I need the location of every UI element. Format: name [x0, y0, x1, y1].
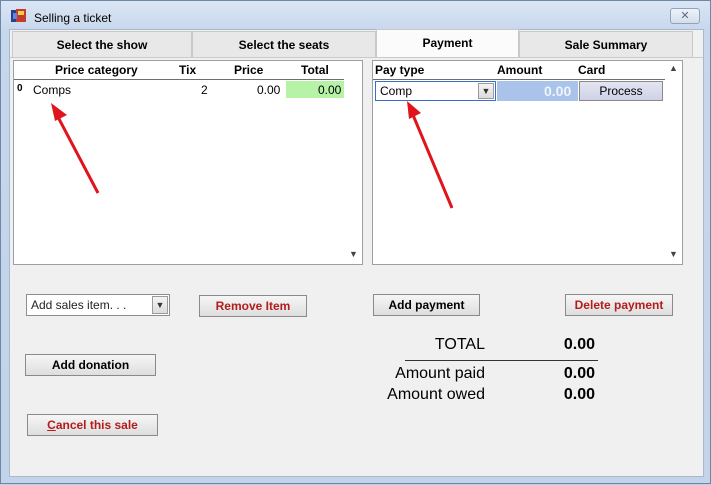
add-payment-button[interactable]: Add payment — [373, 294, 480, 316]
window-title: Selling a ticket — [34, 11, 112, 25]
button-label: Delete payment — [574, 298, 664, 312]
column-header-card[interactable]: Card — [578, 63, 605, 77]
tab-label: Payment — [422, 36, 473, 50]
button-label: Add donation — [51, 358, 130, 372]
tab-sale-summary[interactable]: Sale Summary — [519, 31, 693, 57]
price-cell: 0.00 — [257, 83, 281, 97]
column-header-total[interactable]: Total — [301, 63, 329, 77]
tab-select-show[interactable]: Select the show — [12, 31, 192, 57]
close-icon: ✕ — [680, 10, 690, 22]
cancel-sale-button[interactable]: Cancel this sale — [27, 414, 158, 436]
tix-cell: 2 — [201, 83, 208, 97]
app-icon — [11, 9, 26, 22]
selling-ticket-window: Selling a ticket ✕ Select the show Selec… — [0, 0, 711, 484]
chevron-down-icon[interactable]: ▼ — [478, 83, 494, 99]
tab-label: Select the seats — [238, 38, 330, 52]
pay-type-value: Comp — [380, 84, 413, 98]
tab-label: Select the show — [56, 38, 148, 52]
button-label: Cancel this sale — [47, 418, 138, 432]
table-row[interactable]: 0 Comps 2 0.00 0.00 — [14, 81, 346, 99]
button-label: Add payment — [388, 298, 465, 312]
scroll-down-icon[interactable]: ▼ — [669, 249, 678, 259]
column-header-pay-type[interactable]: Pay type — [375, 63, 424, 77]
add-sales-item-dropdown[interactable]: Add sales item. . . ▼ — [26, 294, 170, 316]
tab-label: Sale Summary — [564, 38, 648, 52]
row-marker: 0 — [17, 83, 23, 94]
add-donation-button[interactable]: Add donation — [25, 354, 156, 376]
pay-type-dropdown[interactable]: Comp ▼ — [375, 81, 496, 101]
tab-select-seats[interactable]: Select the seats — [192, 31, 376, 57]
amount-field[interactable]: 0.00 — [544, 83, 571, 99]
price-category-cell: Comps — [33, 83, 72, 97]
header-divider — [373, 79, 665, 80]
column-header-amount[interactable]: Amount — [497, 63, 542, 77]
column-header-price[interactable]: Price — [234, 63, 263, 77]
price-grid-scrollbar[interactable]: ▼ — [346, 61, 362, 264]
payment-grid[interactable]: Pay type Amount Card Comp ▼ 0.00 Process — [372, 60, 683, 265]
chevron-down-icon[interactable]: ▼ — [152, 296, 168, 314]
totals-divider — [405, 360, 598, 361]
table-row[interactable]: Comp ▼ 0.00 Process — [373, 81, 665, 103]
remove-item-button[interactable]: Remove Item — [199, 295, 307, 317]
total-value: 0.00 — [563, 336, 595, 353]
title-bar[interactable]: Selling a ticket ✕ — [1, 1, 710, 31]
header-divider — [14, 79, 344, 80]
window-client-area: Select the show Select the seats Payment… — [9, 29, 704, 477]
process-button-label: Process — [599, 84, 643, 98]
delete-payment-button[interactable]: Delete payment — [565, 294, 673, 316]
payment-tab-panel: Price category Tix Price Total 0 Comps 2… — [10, 57, 703, 467]
button-label: Remove Item — [215, 299, 291, 313]
scroll-up-icon[interactable]: ▲ — [669, 63, 678, 73]
tab-payment[interactable]: Payment — [376, 29, 519, 57]
scroll-down-icon[interactable]: ▼ — [349, 249, 358, 259]
column-header-price-category[interactable]: Price category — [55, 63, 138, 77]
amount-owed-label: Amount owed — [387, 386, 485, 403]
amount-paid-value: 0.00 — [563, 365, 595, 382]
amount-paid-label: Amount paid — [395, 365, 485, 382]
sales-item-placeholder: Add sales item. . . — [31, 298, 127, 312]
payment-grid-scrollbar[interactable]: ▲ ▼ — [666, 61, 682, 264]
total-cell: 0.00 — [318, 83, 342, 97]
column-header-tix[interactable]: Tix — [179, 63, 196, 77]
total-label: TOTAL — [434, 336, 485, 353]
process-card-button[interactable]: Process — [579, 81, 663, 101]
price-category-grid[interactable]: Price category Tix Price Total 0 Comps 2… — [13, 60, 363, 265]
amount-owed-value: 0.00 — [563, 386, 595, 403]
close-window-button[interactable]: ✕ — [670, 8, 700, 24]
